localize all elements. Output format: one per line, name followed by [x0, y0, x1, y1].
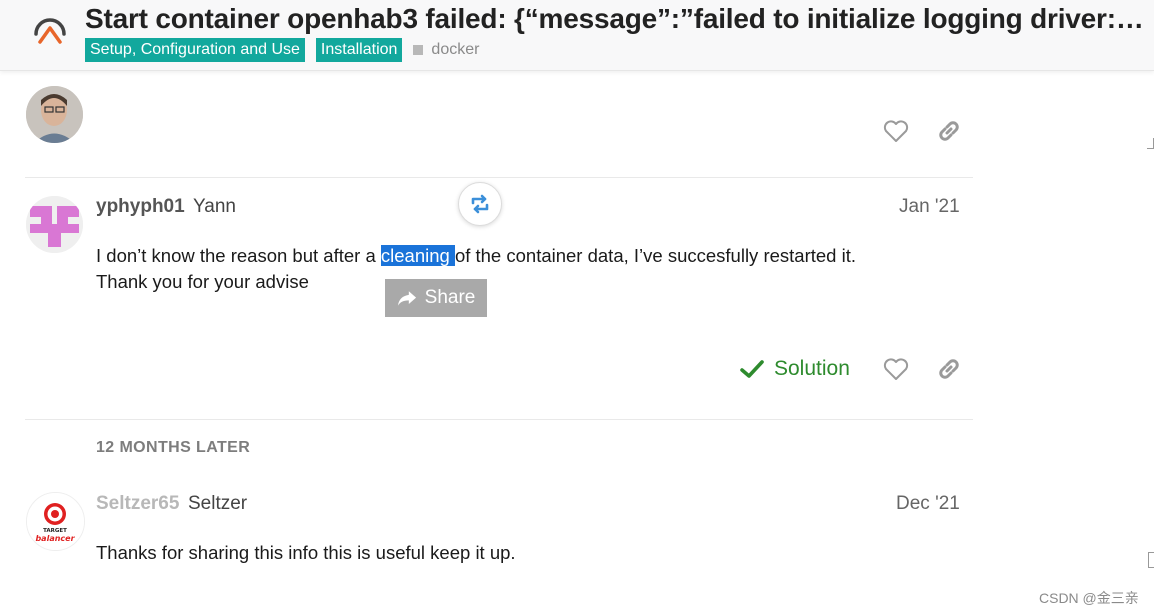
openhab-logo-icon[interactable] — [32, 14, 68, 52]
retweet-button[interactable] — [458, 182, 502, 226]
post-username[interactable]: yphyph01 — [96, 196, 185, 218]
body-text: of the container data, I’ve succesfully … — [454, 245, 856, 266]
copy-link-icon[interactable] — [934, 354, 964, 384]
share-quote-button[interactable]: Share — [385, 279, 487, 317]
category-badge-setup[interactable]: Setup, Configuration and Use — [85, 38, 305, 62]
post-date[interactable]: Dec '21 — [896, 493, 960, 515]
category-badge-installation[interactable]: Installation — [315, 38, 403, 62]
checkmark-icon — [740, 360, 764, 378]
body-text: I don’t know the reason but after a — [96, 245, 381, 266]
share-arrow-icon — [397, 290, 416, 306]
avatar-seltzer65[interactable]: TARGET balancer — [26, 492, 85, 551]
like-heart-icon[interactable] — [881, 354, 911, 384]
post-fullname[interactable]: Yann — [193, 196, 236, 218]
watermark: CSDN @金三亲 — [1039, 590, 1139, 606]
selected-text-highlight[interactable]: cleaning — [380, 245, 455, 266]
post-divider — [25, 177, 973, 178]
topic-tags: Setup, Configuration and Use Installatio… — [85, 38, 479, 62]
share-label: Share — [424, 287, 476, 308]
page-edge-marker — [1148, 552, 1154, 568]
tag-square-icon — [413, 45, 424, 55]
post-fullname[interactable]: Seltzer — [188, 493, 247, 515]
avatar-yphyph01[interactable] — [26, 196, 83, 253]
avatar-previous-poster[interactable] — [26, 86, 83, 143]
solution-badge[interactable]: Solution — [740, 355, 850, 383]
post-body-line-1: I don’t know the reason but after a clea… — [96, 243, 856, 269]
like-heart-icon[interactable] — [881, 116, 911, 146]
tag-docker[interactable]: docker — [431, 41, 479, 59]
copy-link-icon[interactable] — [934, 116, 964, 146]
time-gap-label: 12 MONTHS LATER — [96, 439, 251, 456]
post-body: Thanks for sharing this info this is use… — [96, 542, 516, 563]
post-date[interactable]: Jan '21 — [899, 196, 960, 218]
topic-title[interactable]: Start container openhab3 failed: {“messa… — [85, 3, 1145, 35]
post-username[interactable]: Seltzer65 — [96, 493, 179, 515]
post-divider — [25, 419, 973, 420]
retweet-icon — [471, 194, 489, 214]
avatar-text-bottom: balancer — [35, 534, 75, 543]
post-body-line-2: Thank you for your advise — [96, 271, 309, 292]
topic-header: Start container openhab3 failed: {“messa… — [0, 0, 1154, 71]
solution-label: Solution — [774, 357, 850, 380]
page-edge-marker — [1147, 138, 1154, 149]
